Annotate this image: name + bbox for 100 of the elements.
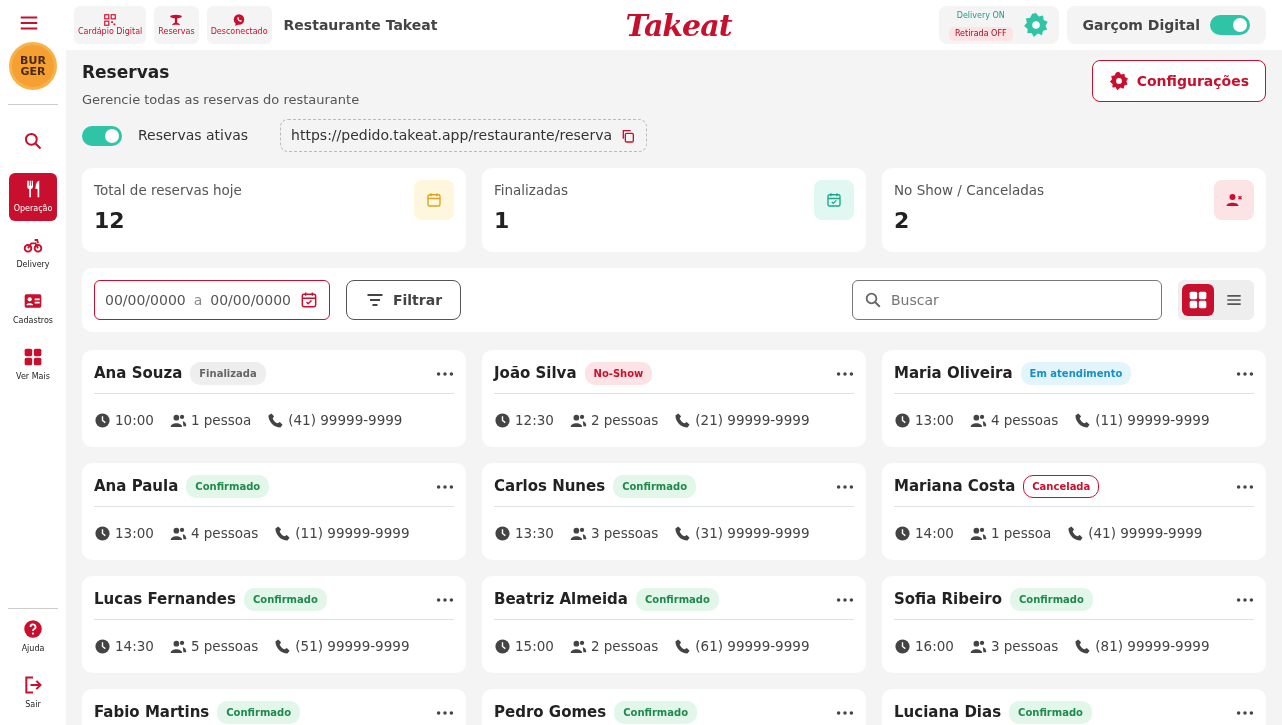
more-button[interactable] — [836, 597, 854, 602]
reservation-time: 12:30 — [515, 411, 554, 430]
phone-icon — [674, 524, 692, 542]
status-badge: Finalizada — [190, 362, 266, 385]
user-remove-icon — [1225, 191, 1243, 209]
more-button[interactable] — [436, 597, 454, 602]
phone-number: (81) 99999-9999 — [1095, 637, 1210, 656]
shortcut-button[interactable]: Cardápio Digital — [74, 6, 147, 44]
more-button[interactable] — [1236, 710, 1254, 715]
phone-icon — [1074, 637, 1092, 655]
table-icon — [169, 13, 184, 28]
guest-name: Carlos Nunes — [494, 476, 606, 498]
reservation-time: 15:00 — [515, 637, 554, 656]
guest-name: Sofia Ribeiro — [894, 589, 1003, 611]
more-icon — [836, 371, 854, 376]
guest-name: João Silva — [494, 363, 577, 385]
grid-icon — [23, 347, 43, 367]
stat-label: Total de reservas hoje — [94, 181, 242, 200]
phone-icon — [274, 524, 292, 542]
more-button[interactable] — [436, 371, 454, 376]
more-icon — [836, 484, 854, 489]
stat-value: 2 — [894, 207, 911, 236]
status-badge: Confirmado — [217, 701, 301, 724]
settings-button[interactable]: Configurações — [1091, 60, 1266, 102]
nav-item[interactable]: Delivery — [9, 229, 57, 277]
settings-icon — [1022, 12, 1049, 38]
copy-icon — [620, 127, 636, 144]
reservation-time: 14:30 — [115, 637, 154, 656]
link-url[interactable]: https://pedido.takeat.app/restaurante/reserva — [291, 125, 612, 146]
more-button[interactable] — [436, 710, 454, 715]
nav-item[interactable]: Operação — [9, 173, 57, 221]
more-button[interactable] — [1236, 597, 1254, 602]
nav-item[interactable]: Ver Mais — [9, 341, 57, 389]
guest-name: Beatriz Almeida — [494, 589, 628, 611]
status-badge: Confirmado — [613, 475, 696, 498]
filter-button[interactable]: Filtrar — [346, 280, 461, 320]
phone-number: (11) 99999-9999 — [1095, 411, 1210, 430]
status-badge: Confirmado — [614, 701, 698, 724]
search-field[interactable]: Buscar — [852, 280, 1162, 320]
nav-item[interactable]: Cadastros — [9, 285, 57, 333]
shortcut-button[interactable]: Reservas — [154, 6, 199, 44]
stat-value: 1 — [494, 207, 511, 236]
status-badge: Confirmado — [635, 588, 719, 611]
stat-label: No Show / Canceladas — [894, 181, 1045, 200]
more-button[interactable] — [836, 484, 854, 489]
clock-icon — [94, 411, 111, 429]
nav-item[interactable]: Ajuda — [9, 613, 57, 661]
reservation-time: 13:00 — [115, 524, 154, 543]
guest-name: Pedro Gomes — [494, 702, 607, 724]
more-button[interactable] — [1236, 371, 1254, 376]
reservation-time: 10:00 — [115, 411, 154, 430]
more-icon — [1236, 371, 1254, 376]
more-icon — [1236, 597, 1254, 602]
more-icon — [1236, 710, 1254, 715]
page-title: Reservas — [82, 61, 171, 84]
date-range-field[interactable]: 00/00/0000 a 00/00/0000 — [94, 280, 330, 320]
party-size: 1 pessoa — [190, 411, 252, 430]
more-button[interactable] — [1236, 484, 1254, 489]
reservation-time: 14:00 — [915, 524, 954, 543]
party-size: 2 pessoas — [590, 637, 659, 656]
view-toggle[interactable] — [1182, 284, 1214, 316]
service-status: Retirada OFF — [948, 27, 1013, 41]
clock-icon — [894, 411, 911, 429]
clock-icon — [894, 637, 911, 655]
clock-icon — [494, 524, 511, 542]
status-badge: Confirmado — [1010, 588, 1093, 611]
phone-number: (41) 99999-9999 — [1088, 524, 1203, 543]
phone-icon — [674, 637, 692, 655]
nav-item[interactable]: Sair — [9, 669, 57, 717]
party-size: 4 pessoas — [190, 524, 259, 543]
status-badge: No-Show — [584, 362, 653, 385]
status-badge: Cancelada — [1023, 475, 1100, 498]
chat-bubble-icon — [232, 13, 247, 28]
more-icon — [1236, 484, 1254, 489]
search-icon — [864, 291, 882, 309]
phone-icon — [674, 411, 692, 429]
clock-icon — [894, 524, 911, 542]
guest-name: Maria Oliveira — [894, 363, 1013, 385]
more-button[interactable] — [836, 710, 854, 715]
reservation-time: 13:00 — [915, 411, 954, 430]
phone-number: (41) 99999-9999 — [288, 411, 403, 430]
grid-icon — [1188, 290, 1208, 310]
brand-logo: Takeat — [625, 6, 732, 45]
more-button[interactable] — [836, 371, 854, 376]
toggle-label: Reservas ativas — [138, 126, 249, 145]
clock-icon — [94, 524, 111, 542]
guest-name: Ana Paula — [94, 476, 179, 498]
shortcut-button[interactable]: Desconectado — [206, 6, 272, 44]
restaurant-name: Restaurante Takeat — [283, 15, 438, 35]
reservations-toggle[interactable] — [82, 125, 122, 146]
party-size: 3 pessoas — [990, 637, 1059, 656]
status-badge: Em atendimento — [1020, 362, 1132, 385]
phone-icon — [267, 411, 285, 429]
copy-button[interactable] — [620, 127, 636, 144]
waiter-toggle[interactable] — [1210, 15, 1250, 35]
status-badge: Confirmado — [1009, 701, 1092, 724]
more-button[interactable] — [436, 484, 454, 489]
party-size: 3 pessoas — [590, 524, 659, 543]
guest-name: Fabio Martins — [94, 702, 210, 724]
guest-name: Luciana Dias — [894, 702, 1002, 724]
